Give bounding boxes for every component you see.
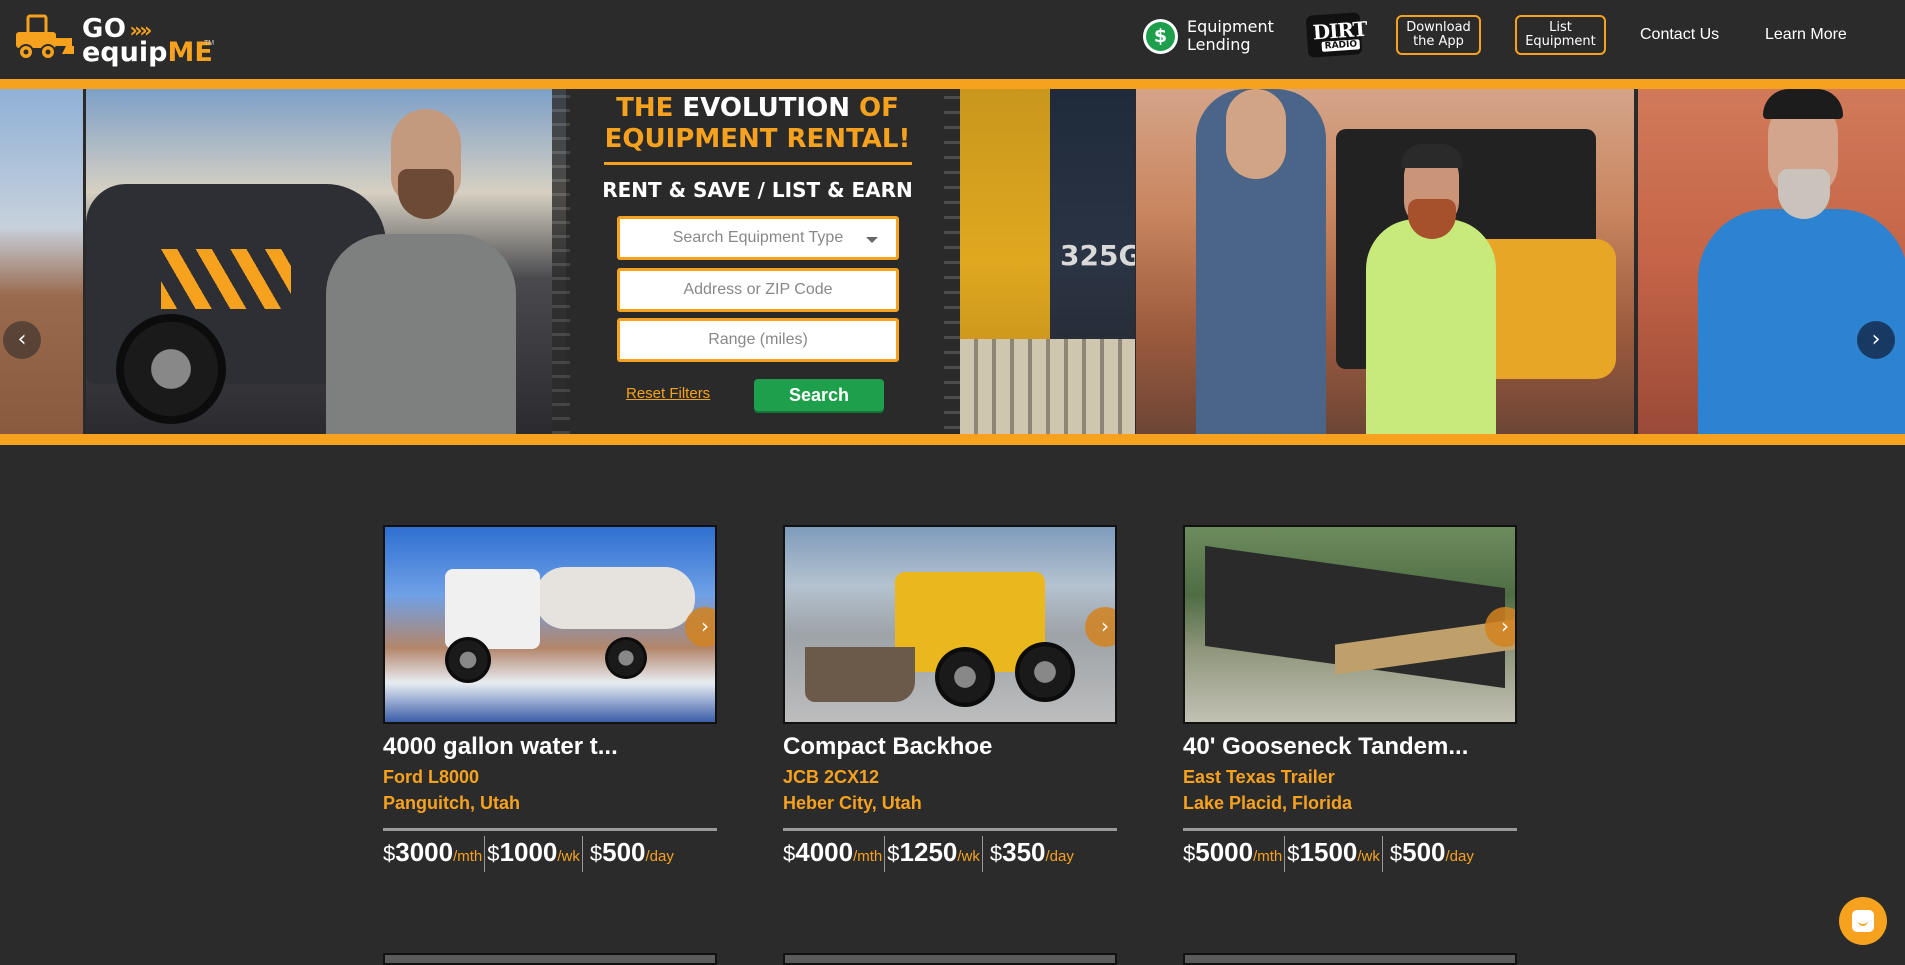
range-miles-input[interactable]: Range (miles): [617, 318, 899, 362]
listing-title[interactable]: 4000 gallon water t...: [383, 733, 717, 761]
listing-card[interactable]: › 40' Gooseneck Tandem... East Texas Tra…: [1183, 525, 1517, 872]
chevron-right-icon: ›: [1501, 614, 1509, 638]
listing-prices: $5000/mth $1500/wk $500/day: [1183, 836, 1517, 872]
listing-make-model: JCB 2CX12: [783, 767, 880, 787]
hero-subtitle: RENT & SAVE / LIST & EARN: [602, 178, 913, 202]
hero-photo-edge: [0, 89, 83, 434]
listing-prices: $3000/mth $1000/wk $500/day: [383, 836, 717, 872]
chevron-right-icon: ›: [701, 614, 709, 638]
dirt-radio-link[interactable]: DIRT RADIO: [1305, 12, 1367, 60]
price-weekly: $1250/wk: [887, 837, 980, 867]
image-next-button[interactable]: ›: [1485, 607, 1515, 647]
price-separator: [581, 836, 583, 872]
list-equipment-button[interactable]: List Equipment: [1515, 15, 1606, 55]
listing-prices: $4000/mth $1250/wk $350/day: [783, 836, 1117, 872]
listing-card[interactable]: › Compact Backhoe JCB 2CX12 Heber City, …: [783, 525, 1117, 872]
price-daily: $500/day: [1389, 837, 1474, 867]
listing-image[interactable]: ›: [1183, 525, 1517, 724]
listing-title[interactable]: 40' Gooseneck Tandem...: [1183, 733, 1517, 761]
dollar-icon: $: [1143, 18, 1178, 54]
chat-icon: [1852, 910, 1874, 932]
listing-card[interactable]: › 4000 gallon water t... Ford L8000 Pang…: [383, 525, 717, 872]
radio-word: RADIO: [1321, 39, 1361, 52]
loader-logo-icon: [16, 14, 74, 60]
listing-make-model: East Texas Trailer: [1183, 767, 1335, 787]
listing-divider: [1183, 828, 1517, 831]
learn-more-link[interactable]: Learn More: [1765, 26, 1847, 44]
listing-divider: [783, 828, 1117, 831]
contact-us-link[interactable]: Contact Us: [1640, 26, 1719, 44]
hero-photo-man-phone: [1638, 89, 1905, 434]
listing-make-model: Ford L8000: [383, 767, 480, 787]
hero-photo-excavator: 325G: [960, 89, 1135, 434]
price-separator: [1381, 836, 1383, 872]
image-next-button[interactable]: ›: [685, 607, 715, 647]
price-weekly: $1500/wk: [1287, 837, 1380, 867]
listing-divider: [383, 828, 717, 831]
chevron-right-icon: ›: [1101, 614, 1109, 638]
price-monthly: $4000/mth: [783, 837, 883, 867]
goequipme-logo[interactable]: GO»» equipME TM: [14, 10, 215, 66]
price-monthly: $5000/mth: [1183, 837, 1283, 867]
listing-card-next-row[interactable]: [1183, 953, 1517, 965]
range-placeholder: Range (miles): [708, 331, 808, 348]
carousel-prev-button[interactable]: ‹: [3, 321, 41, 359]
price-separator: [981, 836, 983, 872]
dirt-radio-logo: DIRT RADIO: [1305, 12, 1367, 58]
search-button[interactable]: Search: [754, 379, 884, 411]
hero-carousel: 325G THE EVOLUTION OF EQUIPMENT RENTAL! …: [0, 89, 1905, 434]
listing-location: Panguitch, Utah: [383, 793, 521, 813]
listing-card-next-row[interactable]: [783, 953, 1117, 965]
image-next-button[interactable]: ›: [1085, 607, 1115, 647]
download-app-button[interactable]: Download the App: [1396, 15, 1481, 55]
price-daily: $500/day: [589, 837, 674, 867]
hero-photo-truck-man: [86, 89, 566, 434]
equipment-lending-link[interactable]: $ Equipment Lending: [1143, 16, 1274, 56]
equipment-type-select[interactable]: Search Equipment Type: [617, 216, 899, 260]
carousel-next-button[interactable]: ›: [1857, 321, 1895, 359]
caret-down-icon: [866, 237, 878, 243]
equipment-lending-label: Equipment Lending: [1187, 17, 1274, 54]
price-separator: [1284, 836, 1286, 872]
listing-image[interactable]: ›: [383, 525, 717, 724]
hero-title-divider: [604, 162, 912, 165]
reset-filters-link[interactable]: Reset Filters: [626, 385, 710, 402]
price-weekly: $1000/wk: [487, 837, 580, 867]
hero-bottom-stripe: [0, 434, 1905, 445]
hero-title: THE EVOLUTION OF EQUIPMENT RENTAL!: [604, 93, 911, 154]
equipment-type-placeholder: Search Equipment Type: [672, 229, 844, 246]
address-zip-input[interactable]: Address or ZIP Code: [617, 268, 899, 312]
logo-equip: equip: [82, 37, 168, 68]
listing-location: Heber City, Utah: [783, 793, 922, 813]
price-separator: [484, 836, 486, 872]
listing-image[interactable]: ›: [783, 525, 1117, 724]
chevron-right-icon: ›: [1871, 327, 1881, 352]
listing-location: Lake Placid, Florida: [1183, 793, 1353, 813]
price-separator: [884, 836, 886, 872]
price-daily: $350/day: [989, 837, 1074, 867]
top-navbar: GO»» equipME TM $ Equipment Lending DIRT…: [0, 0, 1905, 79]
price-monthly: $3000/mth: [383, 837, 483, 867]
listing-card-next-row[interactable]: [383, 953, 717, 965]
logo-wordmark: GO»» equipME: [82, 16, 213, 66]
chat-button[interactable]: [1839, 897, 1887, 945]
address-zip-placeholder: Address or ZIP Code: [683, 281, 833, 298]
logo-trademark: TM: [204, 40, 215, 47]
machine-model-label: 325G: [1060, 239, 1135, 272]
hero-photo-handshake: [1136, 89, 1634, 434]
chevron-left-icon: ‹: [17, 327, 27, 352]
listing-title[interactable]: Compact Backhoe: [783, 733, 1117, 761]
hero-top-stripe: [0, 79, 1905, 89]
